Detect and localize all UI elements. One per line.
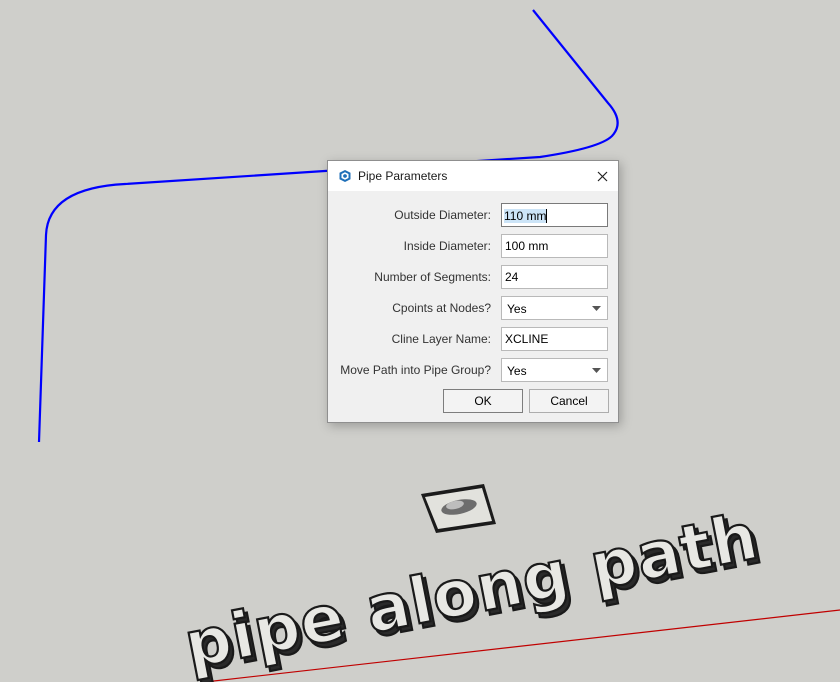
segments-input[interactable] — [501, 265, 608, 289]
outside-diameter-input[interactable]: 110 mm — [501, 203, 608, 227]
cpoints-row: Cpoints at Nodes? Yes — [328, 296, 618, 320]
dialog-titlebar[interactable]: Pipe Parameters — [328, 161, 618, 191]
outside-diameter-value: 110 mm — [504, 209, 547, 223]
pipe-parameters-dialog: Pipe Parameters Outside Diameter: 110 mm… — [327, 160, 619, 423]
ok-button[interactable]: OK — [443, 389, 523, 413]
outside-diameter-row: Outside Diameter: 110 mm — [328, 203, 618, 227]
inside-diameter-input[interactable] — [501, 234, 608, 258]
inside-diameter-label: Inside Diameter: — [403, 239, 491, 253]
sketchup-icon — [339, 170, 351, 182]
cline-layer-input[interactable] — [501, 327, 608, 351]
outside-diameter-label: Outside Diameter: — [394, 208, 491, 222]
move-path-row: Move Path into Pipe Group? Yes — [328, 358, 618, 382]
move-path-label: Move Path into Pipe Group? — [340, 363, 491, 377]
dropdown-arrow-icon — [592, 368, 601, 373]
text-caret — [546, 209, 548, 223]
move-path-value: Yes — [507, 364, 527, 378]
dialog-title: Pipe Parameters — [358, 169, 448, 183]
segments-row: Number of Segments: — [328, 265, 618, 289]
cancel-button[interactable]: Cancel — [529, 389, 609, 413]
cline-layer-row: Cline Layer Name: — [328, 327, 618, 351]
cpoints-label: Cpoints at Nodes? — [392, 301, 491, 315]
close-button[interactable] — [586, 161, 618, 191]
inside-diameter-row: Inside Diameter: — [328, 234, 618, 258]
segments-label: Number of Segments: — [374, 270, 491, 284]
cpoints-select[interactable]: Yes — [501, 296, 608, 320]
cpoints-value: Yes — [507, 302, 527, 316]
cline-layer-label: Cline Layer Name: — [391, 332, 491, 346]
dropdown-arrow-icon — [592, 306, 601, 311]
move-path-select[interactable]: Yes — [501, 358, 608, 382]
close-icon — [597, 171, 607, 181]
pipe-component-icon[interactable] — [421, 484, 496, 533]
